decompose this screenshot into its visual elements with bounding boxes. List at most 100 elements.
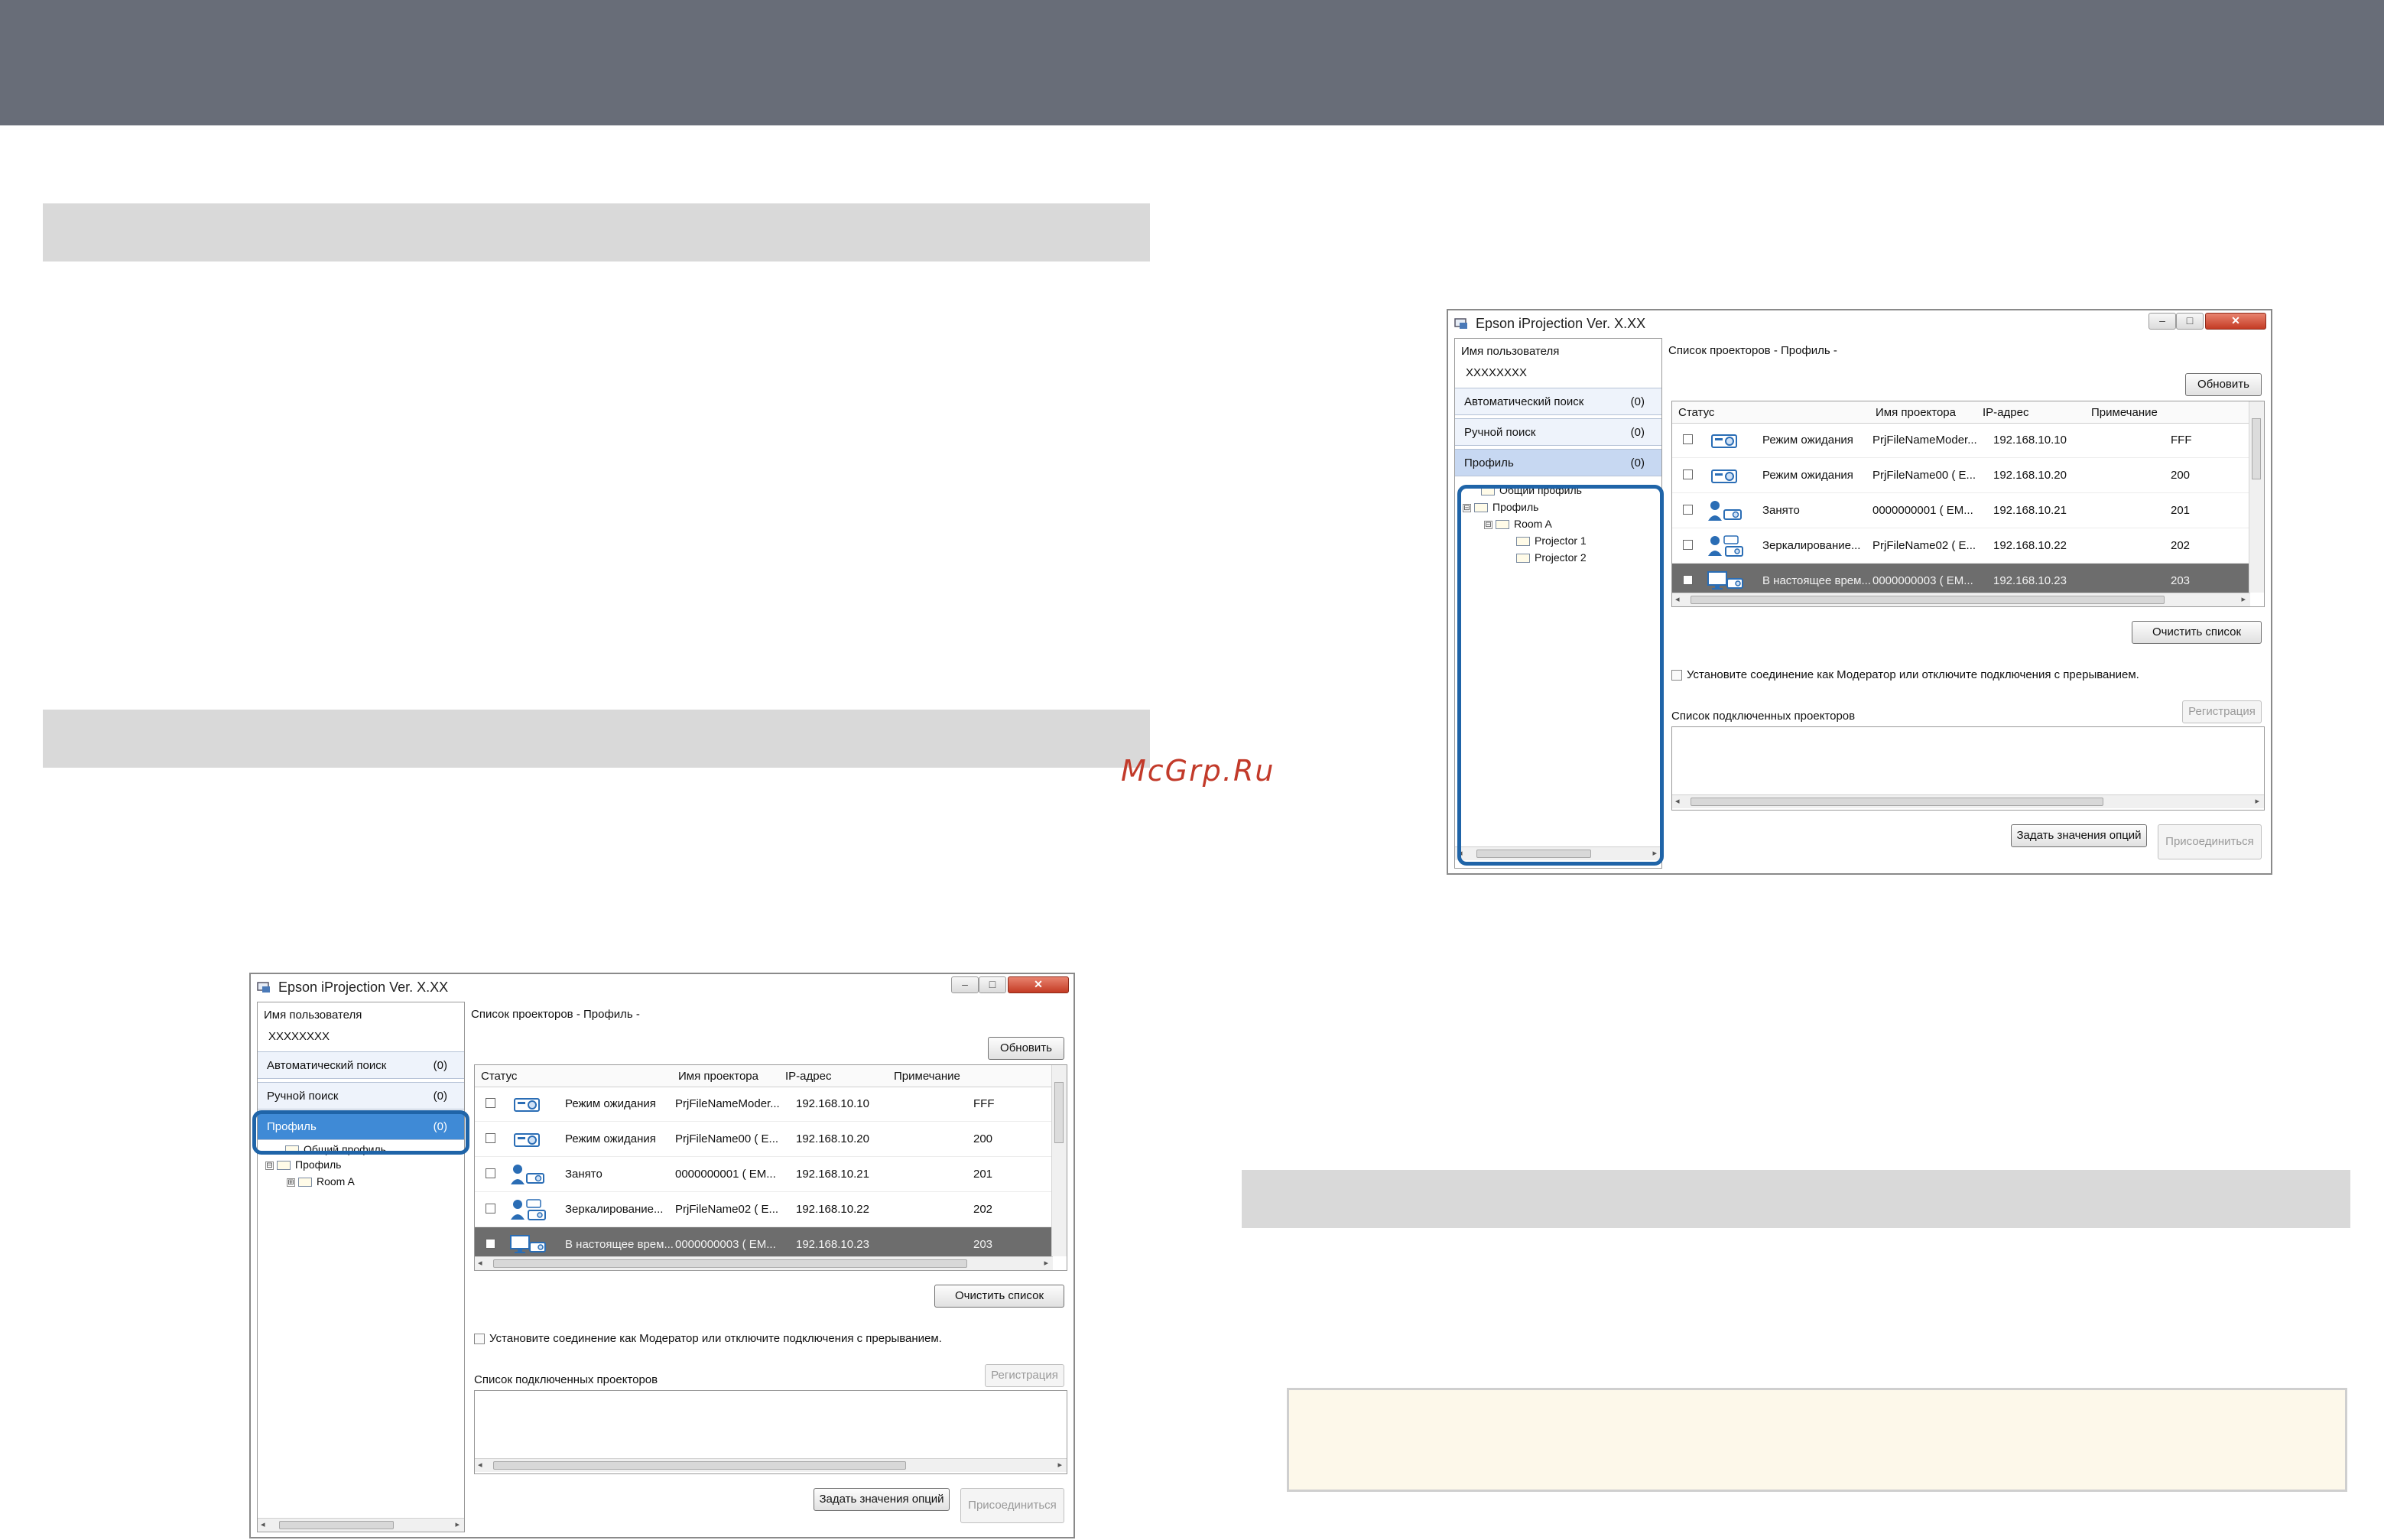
row-checkbox[interactable] bbox=[1683, 434, 1693, 444]
column-header-ip[interactable]: IP-адрес bbox=[785, 1070, 831, 1083]
folder-icon bbox=[277, 1161, 291, 1171]
column-header-name[interactable]: Имя проектора bbox=[678, 1070, 758, 1083]
table-row[interactable]: Занято 0000000001 ( EM... 192.168.10.21 201 bbox=[475, 1157, 1051, 1192]
refresh-button[interactable]: Обновить bbox=[2185, 373, 2262, 396]
column-header-name[interactable]: Имя проектора bbox=[1876, 406, 1956, 419]
maximize-button[interactable]: □ bbox=[979, 976, 1006, 993]
row-checkbox[interactable] bbox=[1683, 469, 1693, 479]
table-row[interactable]: Зеркалирование... PrjFileName02 ( E... 192… bbox=[475, 1192, 1051, 1227]
section-bar-2 bbox=[43, 710, 1150, 768]
moderator-checkbox[interactable]: Установите соединение как Модератор или … bbox=[1671, 668, 2139, 681]
page-header-bar bbox=[0, 0, 2384, 125]
checkbox[interactable] bbox=[1671, 670, 1682, 681]
row-checkbox[interactable] bbox=[1683, 575, 1693, 585]
row-checkbox[interactable] bbox=[1683, 540, 1693, 550]
scroll-left-icon[interactable]: ◂ bbox=[261, 1519, 265, 1529]
table-vertical-scrollbar[interactable] bbox=[1051, 1065, 1067, 1256]
close-button[interactable]: ✕ bbox=[2205, 313, 2266, 330]
minimize-button[interactable]: – bbox=[951, 976, 979, 993]
scroll-right-icon[interactable]: ▸ bbox=[2241, 594, 2246, 604]
clear-list-button[interactable]: Очистить список bbox=[934, 1285, 1064, 1308]
monitor-projector-icon bbox=[510, 1233, 547, 1256]
table-row[interactable]: Режим ожидания PrjFileName00 ( E... 192.16… bbox=[475, 1122, 1051, 1157]
scroll-thumb[interactable] bbox=[493, 1259, 967, 1268]
tree-item-profile[interactable]: ⊟ Профиль bbox=[265, 1158, 341, 1171]
nav-manual-search[interactable]: Ручной поиск (0) bbox=[258, 1082, 464, 1110]
scroll-thumb[interactable] bbox=[1691, 596, 2165, 604]
window-title: Epson iProjection Ver. X.XX bbox=[1476, 316, 1646, 331]
close-button[interactable]: ✕ bbox=[1008, 976, 1069, 993]
cell-status: Режим ожидания bbox=[565, 1132, 656, 1145]
table-row[interactable]: Режим ожидания PrjFileName00 ( E... 192.16… bbox=[1672, 458, 2249, 493]
row-checkbox[interactable] bbox=[486, 1204, 495, 1213]
column-header-status[interactable]: Статус bbox=[481, 1070, 517, 1083]
window-title: Epson iProjection Ver. X.XX bbox=[278, 980, 449, 995]
column-header-note[interactable]: Примечание bbox=[2091, 406, 2158, 419]
refresh-button[interactable]: Обновить bbox=[988, 1037, 1064, 1060]
table-row[interactable]: Режим ожидания PrjFileNameModer... 192.168… bbox=[475, 1087, 1051, 1122]
scroll-left-icon[interactable]: ◂ bbox=[478, 1460, 482, 1470]
scroll-left-icon[interactable]: ◂ bbox=[478, 1258, 482, 1268]
checkbox[interactable] bbox=[474, 1334, 485, 1345]
scroll-right-icon[interactable]: ▸ bbox=[1044, 1258, 1048, 1268]
sidebar-horizontal-scrollbar[interactable]: ◂ ▸ bbox=[258, 1518, 464, 1532]
minimize-button[interactable]: – bbox=[2149, 313, 2176, 330]
set-options-button[interactable]: Задать значения опций bbox=[814, 1488, 950, 1511]
row-checkbox[interactable] bbox=[486, 1239, 495, 1249]
nav-manual-search[interactable]: Ручной поиск (0) bbox=[1455, 418, 1661, 446]
table-horizontal-scrollbar[interactable]: ◂ ▸ bbox=[475, 1256, 1053, 1270]
nav-auto-search[interactable]: Автоматический поиск (0) bbox=[1455, 388, 1661, 415]
scroll-left-icon[interactable]: ◂ bbox=[1675, 796, 1680, 806]
row-checkbox[interactable] bbox=[1683, 505, 1693, 515]
expand-icon[interactable]: ⊞ bbox=[287, 1178, 295, 1187]
table-row[interactable]: Зеркалирование... PrjFileName02 ( E... 192… bbox=[1672, 528, 2249, 564]
scroll-thumb[interactable] bbox=[1691, 798, 2103, 806]
table-horizontal-scrollbar[interactable]: ◂ ▸ bbox=[1672, 593, 2250, 606]
scroll-right-icon[interactable]: ▸ bbox=[455, 1519, 460, 1529]
collapse-icon[interactable]: ⊟ bbox=[265, 1161, 274, 1170]
connected-list-scrollbar[interactable]: ◂ ▸ bbox=[475, 1458, 1067, 1472]
clear-list-button[interactable]: Очистить список bbox=[2132, 621, 2262, 644]
scroll-right-icon[interactable]: ▸ bbox=[1057, 1460, 1062, 1470]
column-header-note[interactable]: Примечание bbox=[894, 1070, 960, 1083]
register-button[interactable]: Регистрация bbox=[985, 1364, 1064, 1387]
user-name-value: XXXXXXXX bbox=[1466, 366, 1528, 379]
nav-auto-search[interactable]: Автоматический поиск (0) bbox=[258, 1051, 464, 1079]
table-vertical-scrollbar[interactable] bbox=[2249, 401, 2264, 593]
join-button[interactable]: Присоединиться bbox=[2158, 824, 2262, 859]
cell-ip: 192.168.10.21 bbox=[1993, 504, 2067, 517]
row-checkbox[interactable] bbox=[486, 1133, 495, 1143]
iprojection-window-profile-tree: Epson iProjection Ver. X.XX – □ ✕ Имя по… bbox=[1447, 309, 2272, 875]
cell-note: 203 bbox=[2171, 574, 2191, 587]
row-checkbox[interactable] bbox=[486, 1098, 495, 1108]
column-header-status[interactable]: Статус bbox=[1678, 406, 1714, 419]
tree-item-room-a[interactable]: ⊞ Room A bbox=[287, 1175, 355, 1187]
cell-note: 203 bbox=[973, 1238, 993, 1251]
cell-ip: 192.168.10.20 bbox=[1993, 469, 2067, 482]
cell-note: 200 bbox=[973, 1132, 993, 1145]
cell-status: Занято bbox=[565, 1168, 602, 1181]
nav-count: (0) bbox=[1630, 456, 1645, 469]
moderator-checkbox[interactable]: Установите соединение как Модератор или … bbox=[474, 1332, 942, 1345]
connected-projectors-list: ◂ ▸ bbox=[474, 1390, 1067, 1474]
connected-list-scrollbar[interactable]: ◂ ▸ bbox=[1672, 794, 2264, 808]
cell-ip: 192.168.10.21 bbox=[796, 1168, 869, 1181]
scroll-right-icon[interactable]: ▸ bbox=[2255, 796, 2259, 806]
maximize-button[interactable]: □ bbox=[2176, 313, 2204, 330]
scroll-thumb[interactable] bbox=[2252, 418, 2261, 479]
window-titlebar: Epson iProjection Ver. X.XX – □ ✕ bbox=[251, 974, 1073, 1000]
table-row[interactable]: Режим ожидания PrjFileNameModer... 192.168… bbox=[1672, 423, 2249, 458]
scroll-thumb[interactable] bbox=[279, 1521, 394, 1529]
scroll-left-icon[interactable]: ◂ bbox=[1675, 594, 1680, 604]
register-button[interactable]: Регистрация bbox=[2182, 700, 2262, 723]
cell-note: 200 bbox=[2171, 469, 2191, 482]
column-header-ip[interactable]: IP-адрес bbox=[1983, 406, 2028, 419]
mirroring-icon bbox=[510, 1198, 547, 1221]
scroll-thumb[interactable] bbox=[1054, 1082, 1064, 1143]
set-options-button[interactable]: Задать значения опций bbox=[2011, 824, 2147, 847]
row-checkbox[interactable] bbox=[486, 1168, 495, 1178]
scroll-thumb[interactable] bbox=[493, 1461, 906, 1470]
nav-profile[interactable]: Профиль (0) bbox=[1455, 449, 1661, 476]
table-row[interactable]: Занято 0000000001 ( EM... 192.168.10.21 201 bbox=[1672, 493, 2249, 528]
join-button[interactable]: Присоединиться bbox=[960, 1488, 1064, 1523]
